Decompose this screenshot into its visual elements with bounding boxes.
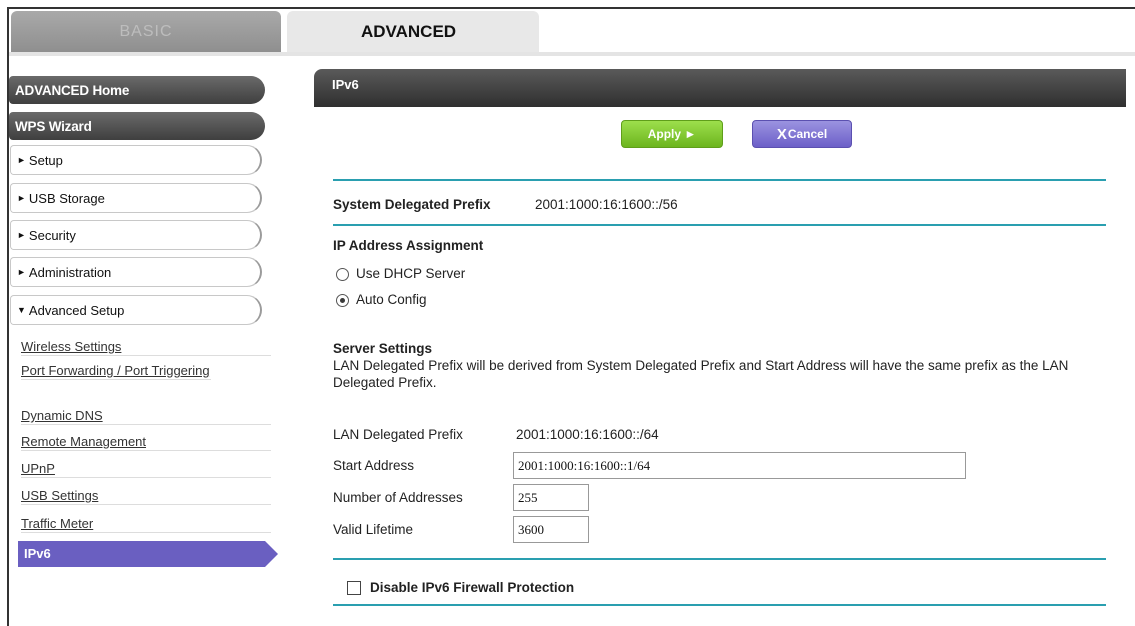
wps-wizard-button[interactable]: WPS Wizard [9,112,265,140]
menu-usb-storage-label: USB Storage [28,190,105,206]
active-item-bar [18,541,265,567]
page-header: IPv6 [314,69,1126,107]
sidebar-item-usb-settings[interactable]: USB Settings [21,487,271,505]
tab-basic[interactable]: BASIC [11,11,281,52]
menu-security[interactable]: ► Security [10,220,262,250]
active-item-arrow [265,541,278,567]
start-address-input[interactable]: 2001:1000:16:1600::1/64 [513,452,966,479]
auto-config-radio[interactable] [336,294,349,307]
sidebar-item-remote-management[interactable]: Remote Management [21,433,271,451]
menu-advanced-setup-label: Advanced Setup [28,302,125,318]
auto-config-label: Auto Config [356,292,427,307]
divider [333,179,1106,181]
menu-advanced-setup[interactable]: ▼ Advanced Setup [10,295,262,325]
cancel-label: Cancel [787,127,828,141]
tab-advanced[interactable]: ADVANCED [287,11,539,52]
system-delegated-prefix-label: System Delegated Prefix [333,197,491,212]
use-dhcp-radio[interactable] [336,268,349,281]
use-dhcp-label: Use DHCP Server [356,266,466,281]
server-settings-title: Server Settings [333,341,433,356]
sidebar-item-port-forwarding[interactable]: Port Forwarding / Port Triggering [21,362,211,380]
menu-administration[interactable]: ► Administration [10,257,262,287]
valid-lifetime-input[interactable]: 3600 [513,516,589,543]
divider [333,224,1106,226]
system-delegated-prefix-value: 2001:1000:16:1600::/56 [535,197,678,212]
divider [333,604,1106,606]
tab-divider [9,52,1135,56]
triangle-down-icon: ▼ [17,305,26,315]
apply-button[interactable]: Apply ► [621,120,723,148]
sidebar-item-ipv6-label: IPv6 [24,546,51,561]
sidebar-item-traffic-meter[interactable]: Traffic Meter [21,515,271,533]
sidebar-item-wireless-settings[interactable]: Wireless Settings [21,338,271,356]
menu-usb-storage[interactable]: ► USB Storage [10,183,262,213]
start-address-label: Start Address [333,458,415,473]
page-title: IPv6 [332,77,359,92]
sidebar-item-upnp[interactable]: UPnP [21,460,271,478]
menu-setup-label: Setup [28,152,63,168]
lan-delegated-prefix-label: LAN Delegated Prefix [333,427,463,442]
valid-lifetime-label: Valid Lifetime [333,522,414,537]
sidebar-item-ipv6[interactable]: IPv6 [18,541,278,567]
menu-setup[interactable]: ► Setup [10,145,262,175]
menu-administration-label: Administration [28,264,112,280]
lan-delegated-prefix-value: 2001:1000:16:1600::/64 [516,427,659,442]
cancel-button[interactable]: X Cancel [752,120,852,148]
triangle-right-icon: ► [17,230,26,240]
triangle-right-icon: ► [17,267,26,277]
number-of-addresses-input[interactable]: 255 [513,484,589,511]
server-settings-description: LAN Delegated Prefix will be derived fro… [333,358,1069,390]
sidebar-item-dynamic-dns[interactable]: Dynamic DNS [21,407,271,425]
x-icon: X [776,125,787,143]
disable-ipv6-firewall-label: Disable IPv6 Firewall Protection [370,580,575,595]
divider [333,558,1106,560]
menu-security-label: Security [28,227,76,243]
advanced-home-button[interactable]: ADVANCED Home [9,76,265,104]
triangle-right-icon: ► [17,155,26,165]
number-of-addresses-label: Number of Addresses [333,490,463,505]
ip-assignment-title: IP Address Assignment [333,238,484,253]
triangle-right-icon: ► [17,193,26,203]
tab-bar: BASIC ADVANCED [9,9,1135,56]
disable-ipv6-firewall-checkbox[interactable] [347,581,361,595]
